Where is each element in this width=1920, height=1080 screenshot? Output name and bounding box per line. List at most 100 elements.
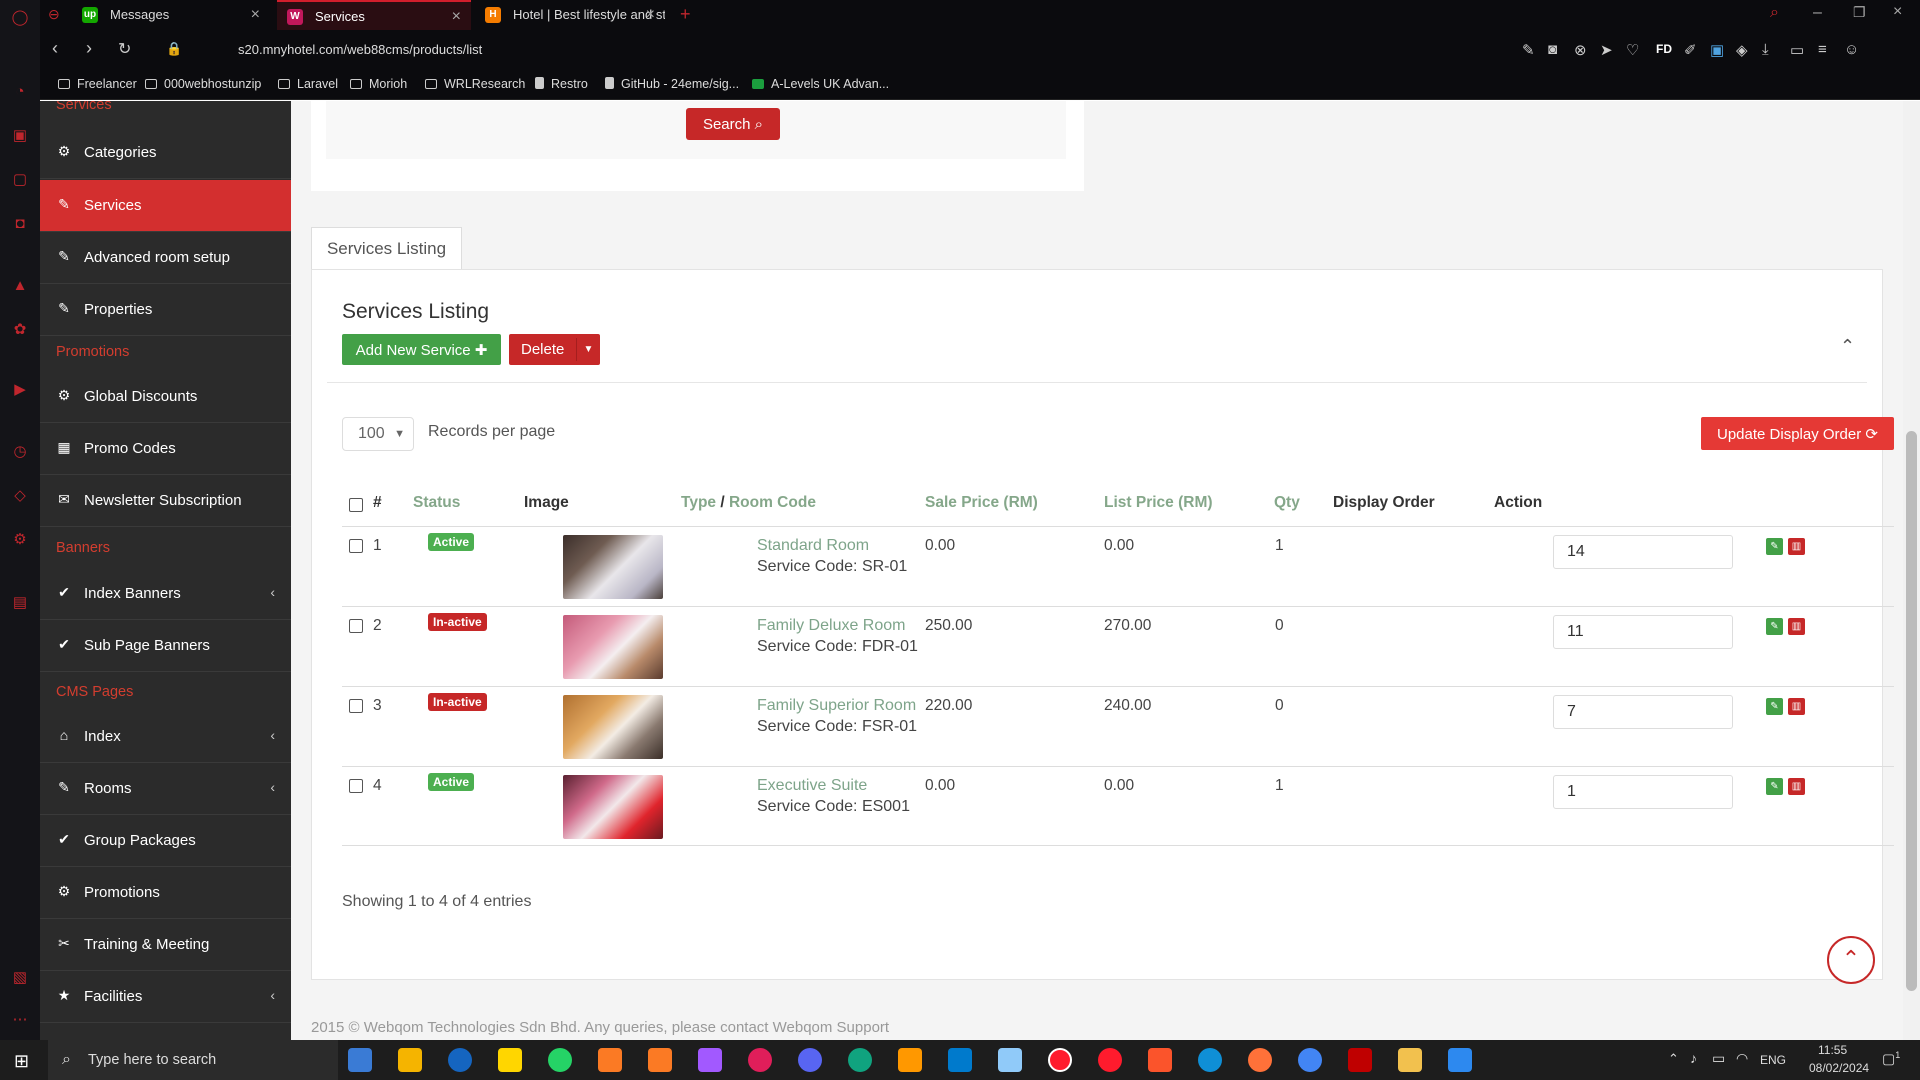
pen-icon[interactable]: ✐ (1684, 41, 1697, 59)
menu-icon[interactable]: ≡ (1818, 41, 1827, 58)
sidebar-item-categories[interactable]: ⚙ Categories (40, 127, 291, 179)
fd-extension-icon[interactable]: FD (1656, 42, 1672, 56)
heart-icon[interactable]: ♡ (1626, 41, 1639, 59)
tab-services-listing[interactable]: Services Listing (311, 227, 462, 270)
player-icon[interactable]: ▶ (10, 380, 30, 400)
bookmark-restro[interactable]: Restro (535, 77, 588, 91)
sidebar-item-advanced-room-setup[interactable]: ✎ Advanced room setup (40, 232, 291, 284)
sidebar-item-index-banners[interactable]: ✔ Index Banners ‹ (40, 568, 291, 620)
column-type[interactable]: Type (681, 494, 716, 511)
edit-icon[interactable]: ✎ (1766, 538, 1783, 555)
clock-date[interactable]: 08/02/2024 (1809, 1061, 1869, 1075)
file-explorer-icon[interactable] (1398, 1048, 1422, 1072)
reload-icon[interactable]: ↻ (118, 39, 131, 59)
sidebar-item-rooms[interactable]: ✎ Rooms ‹ (40, 763, 291, 815)
profile-icon[interactable]: ☺ (1844, 41, 1859, 58)
sidebar-item-training-meeting[interactable]: ✂ Training & Meeting (40, 919, 291, 971)
sticky-notes-icon[interactable] (498, 1048, 522, 1072)
row-checkbox[interactable] (349, 779, 363, 793)
app-icon[interactable] (348, 1048, 372, 1072)
sidebar-item-newsletter[interactable]: ✉ Newsletter Subscription (40, 475, 291, 527)
cube-icon[interactable]: ◇ (10, 486, 30, 506)
twitch-icon[interactable]: ▢ (10, 170, 30, 190)
clock-time[interactable]: 11:55 (1818, 1043, 1847, 1057)
trash-icon[interactable]: ▥ (1788, 618, 1805, 635)
extension-icon[interactable]: ▤ (10, 593, 30, 613)
sidebar-item-facilities[interactable]: ★ Facilities ‹ (40, 971, 291, 1023)
cube-extension-icon[interactable]: ◈ (1736, 41, 1748, 59)
windows-start-icon[interactable]: ⊞ (14, 1051, 29, 1072)
figma-icon[interactable] (698, 1048, 722, 1072)
trash-icon[interactable]: ▥ (1788, 538, 1805, 555)
notification-icon[interactable]: ▢1 (1882, 1050, 1900, 1068)
settings-icon[interactable]: ⚙ (10, 530, 30, 550)
column-list-price[interactable]: List Price (RM) (1104, 494, 1213, 512)
sidebar-item-promotions[interactable]: ⚙ Promotions (40, 867, 291, 919)
app-icon[interactable] (998, 1048, 1022, 1072)
bag-icon[interactable]: ▣ (10, 126, 30, 146)
column-status[interactable]: Status (413, 494, 460, 512)
new-tab-icon[interactable]: + (680, 4, 691, 25)
room-name-link[interactable]: Family Superior Room (757, 697, 916, 715)
search-button[interactable]: Search ⌕ (686, 108, 780, 140)
opera-logo-icon[interactable]: ◯ (10, 8, 30, 28)
update-display-order-button[interactable]: Update Display Order ⟳ (1701, 417, 1894, 450)
firefox-icon[interactable] (1248, 1048, 1272, 1072)
chatgpt-icon[interactable]: ✿ (10, 320, 30, 340)
column-qty[interactable]: Qty (1274, 494, 1300, 512)
bookmark-alevels[interactable]: A-Levels UK Advan... (752, 77, 889, 91)
language-indicator[interactable]: ENG (1760, 1053, 1786, 1067)
speed-dial-icon[interactable]: ◔ (10, 82, 30, 102)
tab-hotel[interactable]: H Hotel | Best lifestyle and st × (475, 0, 665, 30)
bookmark-github[interactable]: GitHub - 24eme/sig... (605, 77, 739, 91)
url-field[interactable]: s20.mnyhotel.com/web88cms/products/list (238, 42, 482, 57)
select-all-checkbox[interactable] (349, 498, 363, 512)
discord-icon[interactable] (798, 1048, 822, 1072)
display-order-input[interactable]: 11 (1553, 615, 1733, 649)
search-tabs-icon[interactable]: ⌕ (1770, 4, 1779, 22)
whatsapp-icon[interactable] (548, 1048, 572, 1072)
instagram-icon[interactable]: ◘ (10, 214, 30, 234)
row-checkbox[interactable] (349, 539, 363, 553)
chrome-icon[interactable] (1298, 1048, 1322, 1072)
history-icon[interactable]: ◷ (10, 442, 30, 462)
sidebar-item-properties[interactable]: ✎ Properties (40, 284, 291, 336)
wifi-icon[interactable]: ◠ (1736, 1050, 1748, 1067)
restore-icon[interactable]: ❐ (1853, 4, 1866, 21)
chevron-up-icon[interactable]: ⌃ (1668, 1051, 1679, 1067)
scrollbar-thumb[interactable] (1906, 431, 1917, 991)
download-icon[interactable]: ⤓ (1762, 41, 1769, 58)
forward-icon[interactable]: › (86, 38, 92, 59)
taskbar-search[interactable]: ⌕ Type here to search (48, 1040, 338, 1080)
room-name-link[interactable]: Executive Suite (757, 777, 867, 795)
bookmark-morioh[interactable]: Morioh (350, 77, 407, 91)
gallery-icon[interactable]: ▧ (10, 968, 30, 988)
send-icon[interactable]: ➤ (1600, 41, 1613, 59)
trash-icon[interactable]: ▥ (1788, 698, 1805, 715)
display-order-input[interactable]: 14 (1553, 535, 1733, 569)
bookmark-freelancer[interactable]: Freelancer (58, 77, 137, 91)
edge-icon[interactable] (1198, 1048, 1222, 1072)
bookmark-laravel[interactable]: Laravel (278, 77, 338, 91)
xampp-icon[interactable] (598, 1048, 622, 1072)
xampp-icon[interactable] (648, 1048, 672, 1072)
back-icon[interactable]: ‹ (52, 38, 58, 59)
camera-icon[interactable]: ◙ (1548, 41, 1557, 58)
brave-icon[interactable] (1148, 1048, 1172, 1072)
room-name-link[interactable]: Family Deluxe Room (757, 617, 905, 635)
row-checkbox[interactable] (349, 699, 363, 713)
edit-icon[interactable]: ✎ (1766, 778, 1783, 795)
room-name-link[interactable]: Standard Room (757, 537, 869, 555)
close-window-icon[interactable]: × (1893, 3, 1902, 21)
fi-extension-icon[interactable]: ▣ (1710, 41, 1724, 59)
app-icon[interactable] (448, 1048, 472, 1072)
vertical-scrollbar[interactable] (1903, 101, 1920, 1040)
sidebar-item-global-discounts[interactable]: ⚙ Global Discounts (40, 371, 291, 423)
filezilla-icon[interactable] (1348, 1048, 1372, 1072)
sidebar-item-services[interactable]: ✎ Services (40, 180, 291, 232)
app-icon[interactable] (1448, 1048, 1472, 1072)
sidebar-item-index[interactable]: ⌂ Index ‹ (40, 711, 291, 763)
column-room-code[interactable]: Room Code (729, 494, 816, 511)
aria-icon[interactable]: ▲ (10, 276, 30, 296)
records-per-page-select[interactable]: 100 ▼ (342, 417, 414, 451)
